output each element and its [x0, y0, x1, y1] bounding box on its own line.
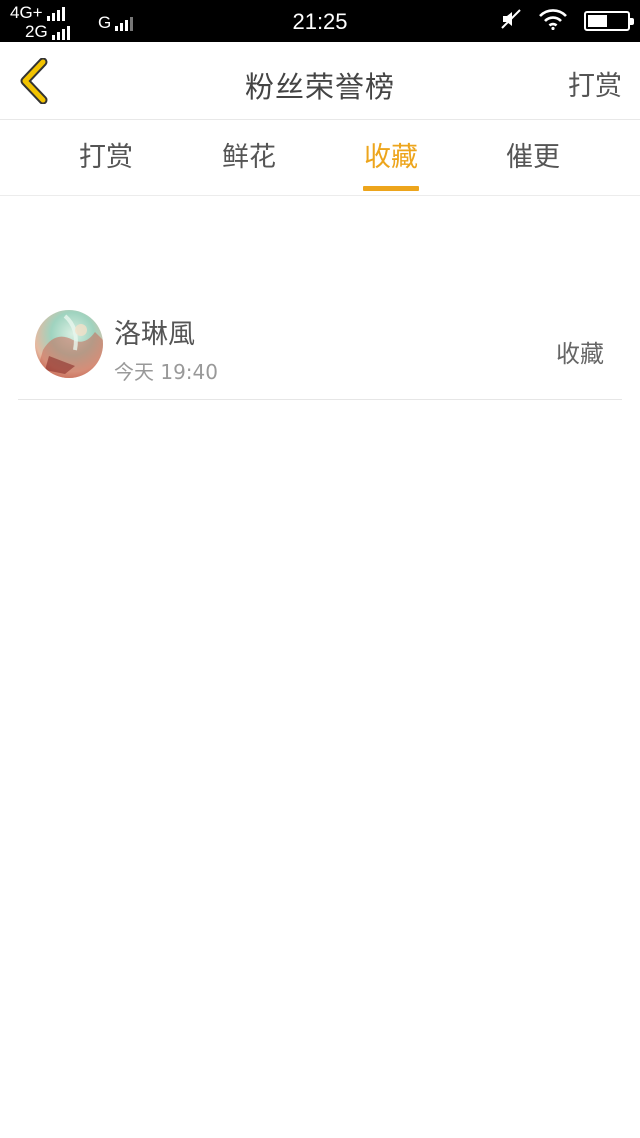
tab-urge[interactable]: 催更	[473, 120, 593, 196]
user-avatar-image	[35, 310, 103, 378]
tab-bar: 打赏 鲜花 收藏 催更	[0, 120, 640, 196]
tab-label: 催更	[506, 142, 560, 173]
item-timestamp: 今天 19:40	[114, 360, 218, 384]
page-title: 粉丝荣誉榜	[244, 70, 395, 104]
mute-icon	[500, 8, 522, 35]
item-type-label: 收藏	[556, 340, 604, 368]
app-header: 粉丝荣誉榜 打赏	[0, 42, 640, 120]
user-name: 洛琳風	[114, 319, 195, 350]
battery-icon	[584, 11, 634, 31]
tab-label: 收藏	[364, 142, 418, 173]
tab-collect[interactable]: 收藏	[331, 120, 451, 196]
tab-flowers[interactable]: 鲜花	[189, 120, 309, 196]
wifi-icon	[538, 8, 568, 35]
avatar[interactable]	[35, 310, 103, 378]
list-item[interactable]: 洛琳風 今天 19:40 收藏	[18, 302, 622, 400]
active-tab-indicator	[363, 186, 419, 191]
tab-label: 鲜花	[222, 142, 276, 173]
tab-label: 打赏	[79, 142, 133, 173]
status-bar: 4G+ 2G G 21:25	[0, 0, 640, 42]
tab-reward[interactable]: 打赏	[46, 120, 166, 196]
reward-button[interactable]: 打赏	[568, 64, 622, 103]
